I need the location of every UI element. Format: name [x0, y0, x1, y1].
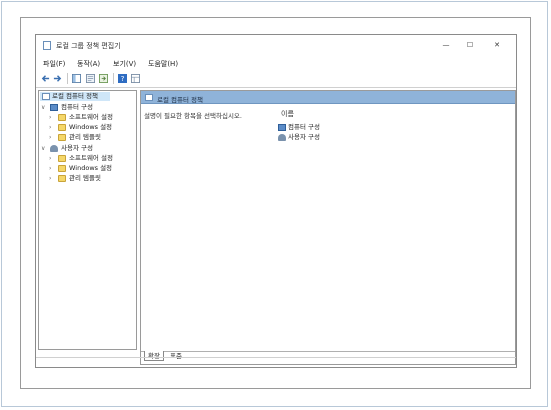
app-icon — [43, 41, 51, 50]
tree-item-windows-settings[interactable]: › Windows 설정 — [49, 123, 136, 132]
tree-item-user-admin-templates[interactable]: › 관리 템플릿 — [49, 174, 136, 183]
minimize-button[interactable]: — — [436, 38, 456, 52]
tree-item-label: 소프트웨어 설정 — [69, 154, 113, 162]
tree-item-label: 관리 템플릿 — [69, 133, 101, 141]
tree-item-label: 관리 템플릿 — [69, 174, 101, 182]
tree-item-label: Windows 설정 — [69, 123, 113, 131]
window-title: 로컬 그룹 정책 편집기 — [56, 42, 121, 50]
tree-item-label: 로컬 컴퓨터 정책 — [52, 92, 98, 100]
toolbar-separator — [113, 73, 114, 84]
tabs-divider — [141, 351, 515, 352]
tree-item-software-settings[interactable]: › 소프트웨어 설정 — [49, 113, 136, 122]
forward-arrow-icon[interactable] — [53, 74, 62, 83]
computer-icon — [278, 124, 286, 131]
policy-document-icon — [145, 94, 153, 101]
tree-item-user-config[interactable]: ∨ 사용자 구성 — [41, 144, 136, 153]
user-icon — [50, 145, 58, 152]
chevron-down-icon[interactable]: ∨ — [41, 103, 47, 112]
tree-item-user-software-settings[interactable]: › 소프트웨어 설정 — [49, 154, 136, 163]
folder-icon — [58, 175, 66, 182]
chevron-right-icon[interactable]: › — [49, 133, 55, 142]
folder-icon — [58, 165, 66, 172]
folder-icon — [58, 114, 66, 121]
status-bar — [36, 357, 516, 367]
chevron-right-icon[interactable]: › — [49, 164, 55, 173]
policy-document-icon — [42, 93, 50, 100]
folder-icon — [58, 155, 66, 162]
details-header-title: 로컬 컴퓨터 정책 — [157, 96, 203, 104]
tree-item-label: 사용자 구성 — [61, 144, 93, 152]
list-item-label: 컴퓨터 구성 — [288, 123, 320, 131]
column-header-name[interactable]: 이름 — [281, 109, 294, 119]
title-bar[interactable]: 로컬 그룹 정책 편집기 — ☐ ✕ — [36, 35, 516, 55]
gpedit-window: 로컬 그룹 정책 편집기 — ☐ ✕ 파일(F) 동작(A) 보기(V) 도움말… — [35, 34, 517, 368]
chevron-right-icon[interactable]: › — [49, 154, 55, 163]
computer-icon — [50, 104, 58, 111]
view-icon[interactable] — [131, 74, 140, 83]
menu-help[interactable]: 도움말(H) — [148, 59, 178, 69]
chevron-right-icon[interactable]: › — [49, 174, 55, 183]
menu-action[interactable]: 동작(A) — [77, 59, 100, 69]
description-text: 설명이 필요한 항목을 선택하십시오. — [144, 112, 242, 120]
toolbar-separator — [67, 73, 68, 84]
tree-item-user-windows-settings[interactable]: › Windows 설정 — [49, 164, 136, 173]
chevron-down-icon[interactable]: ∨ — [41, 144, 47, 153]
chevron-right-icon[interactable]: › — [49, 123, 55, 132]
close-button[interactable]: ✕ — [487, 38, 507, 52]
tree-pane[interactable]: 로컬 컴퓨터 정책 ∨ 컴퓨터 구성 › 소프트웨어 설정 › Windows … — [38, 90, 137, 350]
user-icon — [278, 134, 286, 141]
export-list-icon[interactable] — [99, 74, 108, 83]
folder-icon — [58, 124, 66, 131]
back-arrow-icon[interactable] — [41, 74, 50, 83]
maximize-button[interactable]: ☐ — [460, 38, 480, 52]
help-icon[interactable]: ? — [118, 74, 127, 83]
tree-item-computer-config[interactable]: ∨ 컴퓨터 구성 — [41, 103, 136, 112]
show-tree-icon[interactable] — [72, 74, 81, 83]
folder-icon — [58, 134, 66, 141]
list-item-label: 사용자 구성 — [288, 133, 320, 141]
tree-item-label: 컴퓨터 구성 — [61, 103, 93, 111]
menu-bar: 파일(F) 동작(A) 보기(V) 도움말(H) — [36, 56, 516, 70]
chevron-right-icon[interactable]: › — [49, 113, 55, 122]
tree-item-label: Windows 설정 — [69, 164, 113, 172]
svg-text:?: ? — [121, 74, 125, 83]
details-header: 로컬 컴퓨터 정책 — [141, 91, 515, 104]
details-pane[interactable]: 로컬 컴퓨터 정책 설명이 필요한 항목을 선택하십시오. 이름 컴퓨터 구성 … — [140, 90, 516, 365]
tree-item-label: 소프트웨어 설정 — [69, 113, 113, 121]
toolbar: ? — [36, 70, 516, 88]
menu-view[interactable]: 보기(V) — [113, 59, 136, 69]
tree-item-admin-templates[interactable]: › 관리 템플릿 — [49, 133, 136, 142]
properties-icon[interactable] — [86, 74, 95, 83]
tree-item-root[interactable]: 로컬 컴퓨터 정책 — [40, 92, 110, 101]
menu-file[interactable]: 파일(F) — [43, 59, 65, 69]
